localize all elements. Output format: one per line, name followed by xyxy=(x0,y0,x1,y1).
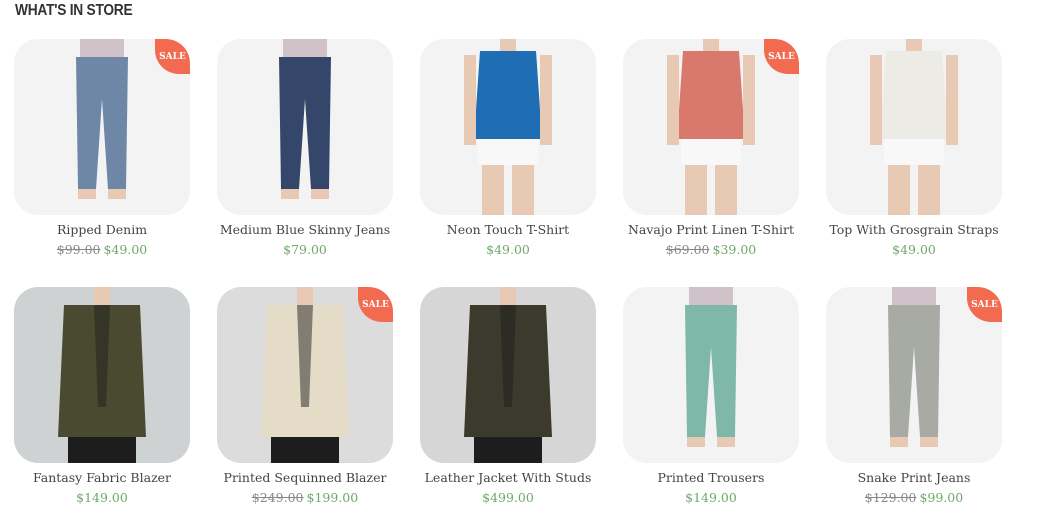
product-image[interactable]: SALE xyxy=(14,39,190,215)
product-name[interactable]: Snake Print Jeans xyxy=(826,470,1002,485)
product-image[interactable]: SALE xyxy=(217,287,393,463)
product-price: $49.00 xyxy=(420,242,596,257)
product-card[interactable]: Leather Jacket With Studs $499.00 xyxy=(420,287,596,505)
current-price: $49.00 xyxy=(103,242,148,257)
product-image[interactable] xyxy=(420,287,596,463)
product-image[interactable] xyxy=(217,39,393,215)
product-price: $49.00 xyxy=(826,242,1002,257)
current-price: $149.00 xyxy=(76,490,128,505)
product-price: $79.00 xyxy=(217,242,393,257)
section-title: WHAT'S IN STORE xyxy=(15,2,133,19)
original-price: $129.00 xyxy=(864,490,917,505)
product-name[interactable]: Navajo Print Linen T-Shirt xyxy=(623,222,799,237)
current-price: $149.00 xyxy=(685,490,737,505)
product-price: $149.00 xyxy=(14,490,190,505)
original-price: $69.00 xyxy=(665,242,710,257)
current-price: $49.00 xyxy=(486,242,530,257)
product-card[interactable]: SALE Printed Sequinned Blazer $249.00 $199.… xyxy=(217,287,393,505)
current-price: $199.00 xyxy=(306,490,359,505)
product-photo xyxy=(14,287,190,463)
product-image[interactable] xyxy=(420,39,596,215)
product-price: $99.00 $49.00 xyxy=(14,242,190,257)
product-name[interactable]: Printed Trousers xyxy=(623,470,799,485)
product-card[interactable]: SALE Ripped Denim $99.00 $49.00 xyxy=(14,39,190,257)
current-price: $99.00 xyxy=(919,490,964,505)
product-grid: SALE Ripped Denim $99.00 $49.00 Medium Blue … xyxy=(14,39,1002,505)
product-name[interactable]: Leather Jacket With Studs xyxy=(420,470,596,485)
product-photo xyxy=(623,287,799,463)
product-image[interactable] xyxy=(14,287,190,463)
product-card[interactable]: Medium Blue Skinny Jeans $79.00 xyxy=(217,39,393,257)
product-card[interactable]: SALE Snake Print Jeans $129.00 $99.00 xyxy=(826,287,1002,505)
product-image[interactable]: SALE xyxy=(623,39,799,215)
product-card[interactable]: SALE Navajo Print Linen T-Shirt $69.00 $39.… xyxy=(623,39,799,257)
product-name[interactable]: Ripped Denim xyxy=(14,222,190,237)
product-photo xyxy=(217,39,393,215)
product-price: $129.00 $99.00 xyxy=(826,490,1002,505)
original-price: $249.00 xyxy=(251,490,304,505)
product-photo xyxy=(826,39,1002,215)
product-name[interactable]: Printed Sequinned Blazer xyxy=(217,470,393,485)
product-name[interactable]: Fantasy Fabric Blazer xyxy=(14,470,190,485)
product-image[interactable]: SALE xyxy=(826,287,1002,463)
product-photo xyxy=(420,287,596,463)
product-card[interactable]: Printed Trousers $149.00 xyxy=(623,287,799,505)
current-price: $39.00 xyxy=(712,242,757,257)
product-card[interactable]: Top With Grosgrain Straps $49.00 xyxy=(826,39,1002,257)
product-image[interactable] xyxy=(826,39,1002,215)
product-name[interactable]: Medium Blue Skinny Jeans xyxy=(217,222,393,237)
current-price: $79.00 xyxy=(283,242,327,257)
product-price: $69.00 $39.00 xyxy=(623,242,799,257)
product-image[interactable] xyxy=(623,287,799,463)
original-price: $99.00 xyxy=(56,242,101,257)
current-price: $499.00 xyxy=(482,490,534,505)
product-price: $499.00 xyxy=(420,490,596,505)
current-price: $49.00 xyxy=(892,242,936,257)
product-photo xyxy=(420,39,596,215)
product-card[interactable]: Fantasy Fabric Blazer $149.00 xyxy=(14,287,190,505)
product-card[interactable]: Neon Touch T-Shirt $49.00 xyxy=(420,39,596,257)
product-name[interactable]: Top With Grosgrain Straps xyxy=(826,222,1002,237)
product-price: $149.00 xyxy=(623,490,799,505)
product-price: $249.00 $199.00 xyxy=(217,490,393,505)
product-name[interactable]: Neon Touch T-Shirt xyxy=(420,222,596,237)
